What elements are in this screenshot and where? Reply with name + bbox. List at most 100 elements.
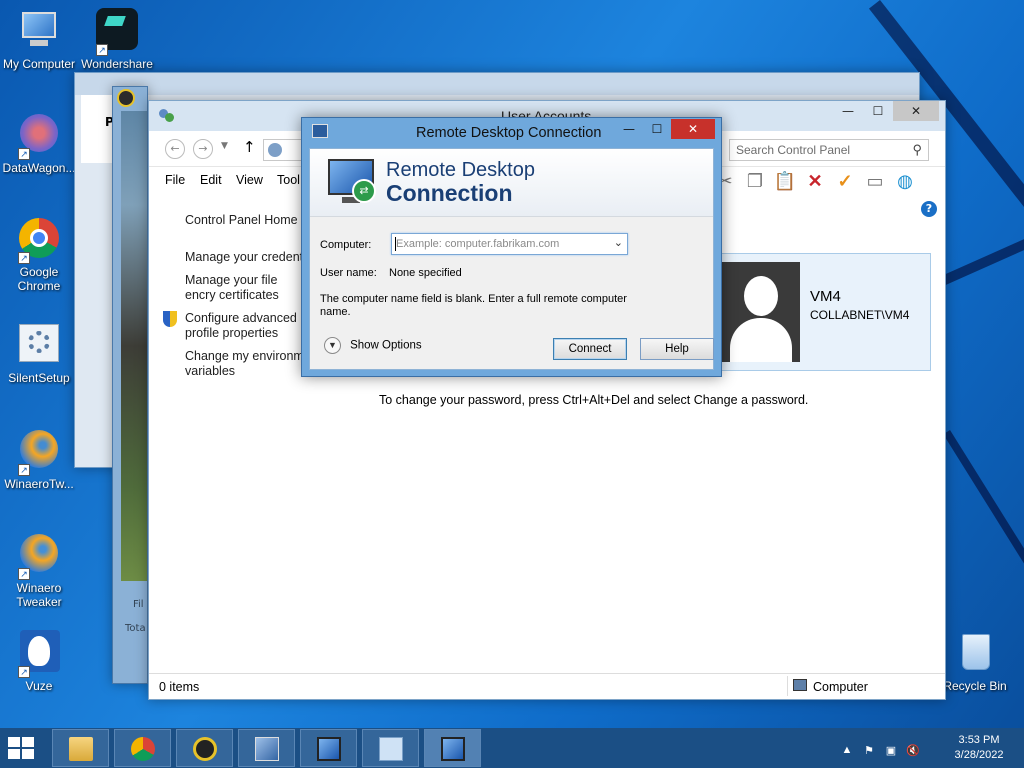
manage-file-encryption-link[interactable]: Manage your file encry certificates (185, 273, 309, 303)
desktop-icon-chrome[interactable]: ↗ Google Chrome (0, 216, 78, 293)
desktop-icon-label: DataWagon... (2, 161, 76, 175)
portal-icon (193, 737, 217, 761)
taskbar-control-panel[interactable] (362, 729, 419, 767)
expand-chevron-icon: ▼ (324, 337, 341, 354)
portal-side-text: Fil (133, 599, 144, 610)
change-environment-link[interactable]: Change my environm variables (185, 349, 309, 379)
configure-profile-link[interactable]: Configure advanced u profile properties (185, 311, 309, 341)
recent-dropdown-icon[interactable]: ▼ (221, 141, 228, 151)
computer-label: Computer: (320, 239, 372, 251)
chevron-up-icon[interactable]: ▲ (840, 744, 854, 758)
help-button[interactable]: Help (640, 338, 714, 360)
desktop-icon-recycle-bin[interactable]: Recycle Bin (936, 630, 1014, 693)
manage-credentials-link[interactable]: Manage your credenti (185, 250, 309, 265)
forward-button[interactable]: → (193, 139, 213, 159)
volume-muted-icon[interactable]: 🔇 (906, 744, 920, 758)
clock-time[interactable]: 3:53 PM (944, 734, 1014, 746)
desktop-icon-label: Google Chrome (17, 265, 61, 293)
desktop-icon-silentsetup[interactable]: SilentSetup (0, 322, 78, 385)
paste-icon[interactable]: 📋 (773, 169, 797, 193)
password-hint: To change your password, press Ctrl+Alt+… (379, 393, 809, 407)
remote-desktop-icon (317, 737, 341, 761)
rdc-message: The computer name field is blank. Enter … (320, 293, 627, 318)
chrome-icon (131, 737, 155, 761)
avatar (722, 262, 800, 362)
rdc-maximize-button[interactable]: ☐ (643, 119, 671, 139)
desktop-icon-label: Winaero Tweaker (16, 581, 62, 609)
chevron-down-icon[interactable]: ⌄ (614, 236, 623, 249)
menu-edit[interactable]: Edit (200, 173, 222, 187)
network-icon[interactable]: ▣ (884, 744, 898, 758)
menu-file[interactable]: File (165, 173, 185, 187)
desktop-icon-label: WinaeroTw... (4, 477, 74, 491)
globe-icon[interactable]: ◍ (893, 169, 917, 193)
rdc-content: ⇄ Remote Desktop Connection Computer: Ex… (309, 148, 714, 370)
remote-desktop-icon: ⇄ (328, 159, 376, 203)
back-button[interactable]: ← (165, 139, 185, 159)
desktop-icon-wondershare[interactable]: ↗ Wondershare (78, 8, 156, 71)
checkmark-icon[interactable]: ✓ (833, 169, 857, 193)
vuze-frog-icon: ↗ (16, 630, 62, 678)
address-input[interactable] (263, 139, 303, 161)
taskbar-file-explorer[interactable] (52, 729, 109, 767)
background-window-titlebar[interactable] (75, 73, 919, 95)
desktop-icon-winaerotw[interactable]: ↗ WinaeroTw... (0, 428, 78, 491)
desktop-icon-datawagon[interactable]: ↗ DataWagon... (0, 112, 78, 175)
connect-button[interactable]: Connect (553, 338, 627, 360)
portal-background-image (121, 111, 147, 581)
left-navigation: Control Panel Home Manage your credenti … (185, 213, 309, 387)
delete-icon[interactable]: ✕ (803, 169, 827, 193)
control-panel-home-link[interactable]: Control Panel Home (185, 213, 309, 228)
rdc-banner: ⇄ Remote Desktop Connection (310, 149, 713, 217)
menu-view[interactable]: View (236, 173, 263, 187)
up-button[interactable]: ↑ (243, 138, 256, 156)
user-accounts-icon (157, 107, 175, 123)
maximize-button[interactable]: ☐ (863, 101, 893, 121)
status-computer: Computer (813, 680, 868, 694)
chrome-icon: ↗ (16, 216, 62, 264)
remote-desktop-icon (312, 124, 328, 138)
minimize-button[interactable]: — (833, 101, 863, 121)
portal-icon (117, 89, 135, 107)
clock-date[interactable]: 3/28/2022 (944, 749, 1014, 761)
installer-icon (255, 737, 279, 761)
desktop-icon-label: Vuze (25, 679, 53, 693)
computer-combobox[interactable]: Example: computer.fabrikam.com ⌄ (391, 233, 628, 255)
portal-window[interactable]: Fil Tota (112, 86, 148, 684)
rdc-close-button[interactable]: ✕ (671, 119, 715, 139)
taskbar-installer[interactable] (238, 729, 295, 767)
taskbar-chrome[interactable] (114, 729, 171, 767)
computer-icon (793, 679, 807, 691)
setup-gear-icon (16, 322, 62, 368)
computer-icon (16, 8, 62, 54)
winaero-icon: ↗ (16, 532, 62, 580)
uac-shield-icon (163, 311, 177, 327)
control-panel-icon (379, 737, 403, 761)
close-button[interactable]: ✕ (893, 101, 939, 121)
desktop-icon-my-computer[interactable]: My Computer (0, 8, 78, 71)
help-icon[interactable]: ? (921, 201, 937, 217)
desktop-icon-vuze[interactable]: ↗ Vuze (0, 630, 78, 693)
copy-icon[interactable]: ❐ (743, 169, 767, 193)
remote-desktop-dialog[interactable]: Remote Desktop Connection — ☐ ✕ ⇄ Remote… (301, 117, 722, 377)
winaero-icon: ↗ (16, 428, 62, 476)
rdc-minimize-button[interactable]: — (615, 119, 643, 139)
taskbar-portal[interactable] (176, 729, 233, 767)
search-control-panel-input[interactable]: Search Control Panel ⚲ (729, 139, 929, 161)
control-panel-icon (268, 143, 282, 157)
user-domain: COLLABNET\VM4 (810, 308, 910, 322)
computer-placeholder: Example: computer.fabrikam.com (396, 238, 560, 250)
taskbar-remote-desktop[interactable] (300, 729, 357, 767)
user-name-label: User name: (320, 267, 377, 279)
action-center-flag-icon[interactable]: ⚑ (862, 744, 876, 758)
rdc-titlebar[interactable]: Remote Desktop Connection — ☐ ✕ (302, 118, 721, 148)
desktop-icon-winaero-tweaker[interactable]: ↗ Winaero Tweaker (0, 532, 78, 609)
taskbar-remote-desktop-active[interactable] (424, 729, 481, 767)
desktop-icon-label: Recycle Bin (943, 679, 1007, 693)
show-options-toggle[interactable]: ▼ Show Options (324, 337, 422, 354)
start-button[interactable] (8, 737, 36, 761)
properties-icon[interactable]: ▭ (863, 169, 887, 193)
windows-logo-icon (8, 737, 20, 747)
menu-tools[interactable]: Tool (277, 173, 300, 187)
desktop-icon-label: Wondershare (81, 57, 153, 71)
